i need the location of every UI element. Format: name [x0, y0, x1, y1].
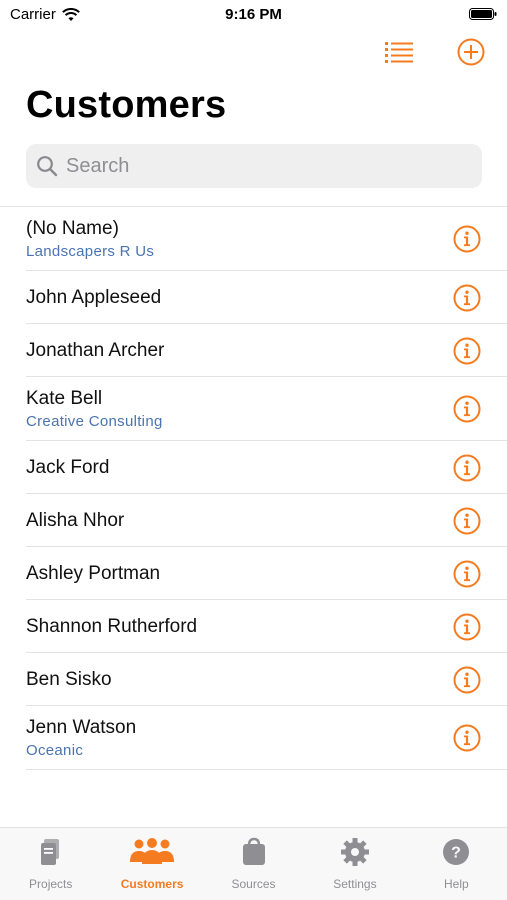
search-input[interactable]: [64, 153, 448, 179]
customer-text: Jack Ford: [0, 457, 507, 479]
info-icon[interactable]: [453, 507, 481, 535]
customer-text: Ben Sisko: [0, 669, 507, 691]
tab-label: Settings: [333, 877, 377, 891]
info-icon[interactable]: [453, 284, 481, 312]
tab-settings[interactable]: Settings: [304, 828, 405, 900]
customer-list: (No Name) Landscapers R Us John Appleseed J…: [0, 206, 507, 770]
customer-row[interactable]: Ashley Portman: [0, 547, 507, 600]
tab-label: Projects: [29, 877, 73, 891]
customer-text: Jonathan Archer: [0, 340, 507, 362]
customer-text: Ashley Portman: [0, 563, 507, 585]
customer-row[interactable]: Jenn Watson Oceanic: [0, 706, 507, 770]
search-bar[interactable]: [26, 144, 482, 188]
tab-label: Help: [443, 877, 469, 891]
help-icon: ?: [436, 836, 476, 873]
gear-icon: [335, 836, 375, 873]
page-title: Customers: [26, 84, 227, 126]
tab-label: Customers: [120, 877, 184, 891]
customer-name: (No Name): [26, 218, 119, 239]
status-bar: Carrier 9:16 PM: [0, 0, 507, 28]
list-view-button[interactable]: [383, 36, 415, 68]
customer-text: John Appleseed: [0, 287, 507, 309]
customer-row[interactable]: Ben Sisko: [0, 653, 507, 706]
info-icon[interactable]: [453, 225, 481, 253]
customer-row[interactable]: Jonathan Archer: [0, 324, 507, 377]
customer-company: Oceanic: [26, 742, 84, 759]
customer-name: Jack Ford: [26, 456, 110, 478]
customer-name: Jonathan Archer: [26, 339, 165, 361]
tab-help[interactable]: ? Help: [406, 828, 507, 900]
customer-row[interactable]: Kate Bell Creative Consulting: [0, 377, 507, 441]
info-icon[interactable]: [453, 613, 481, 641]
tab-sources[interactable]: Sources: [203, 828, 304, 900]
info-icon[interactable]: [453, 454, 481, 482]
customer-name: Jenn Watson: [26, 717, 137, 738]
customer-text: (No Name) Landscapers R Us: [0, 218, 507, 260]
plus-circle-icon: [457, 38, 485, 66]
customer-row[interactable]: Shannon Rutherford: [0, 600, 507, 653]
customer-text: Kate Bell Creative Consulting: [0, 388, 507, 430]
tab-projects[interactable]: Projects: [0, 828, 101, 900]
navigation-actions: [383, 36, 487, 68]
info-icon[interactable]: [453, 337, 481, 365]
customer-name: Kate Bell: [26, 388, 103, 409]
people-icon: [126, 836, 178, 873]
customer-name: John Appleseed: [26, 286, 162, 308]
info-icon[interactable]: [453, 395, 481, 423]
customer-name: Ben Sisko: [26, 668, 112, 690]
customer-text: Jenn Watson Oceanic: [0, 717, 507, 759]
customer-row[interactable]: John Appleseed: [0, 271, 507, 324]
info-icon[interactable]: [453, 666, 481, 694]
customer-text: Shannon Rutherford: [0, 616, 507, 638]
svg-text:?: ?: [451, 845, 461, 862]
tab-bar: Projects Customers Sources Settings? Help: [0, 827, 507, 900]
customer-row[interactable]: (No Name) Landscapers R Us: [0, 207, 507, 271]
documents-icon: [31, 836, 71, 873]
bag-icon: [234, 836, 274, 873]
add-customer-button[interactable]: [455, 36, 487, 68]
info-icon[interactable]: [453, 724, 481, 752]
row-divider: [26, 769, 507, 770]
list-icon: [385, 42, 413, 63]
customer-company: Creative Consulting: [26, 413, 163, 430]
battery-icon: [469, 8, 497, 20]
customer-company: Landscapers R Us: [26, 243, 155, 260]
info-icon[interactable]: [453, 560, 481, 588]
search-icon: [37, 156, 58, 177]
customer-row[interactable]: Jack Ford: [0, 441, 507, 494]
customer-name: Alisha Nhor: [26, 509, 125, 531]
customer-name: Shannon Rutherford: [26, 615, 198, 637]
customer-name: Ashley Portman: [26, 562, 161, 584]
customer-text: Alisha Nhor: [0, 510, 507, 532]
tab-label: Sources: [231, 877, 276, 891]
customer-row[interactable]: Alisha Nhor: [0, 494, 507, 547]
tab-customers[interactable]: Customers: [101, 828, 202, 900]
clock: 9:16 PM: [225, 6, 282, 23]
